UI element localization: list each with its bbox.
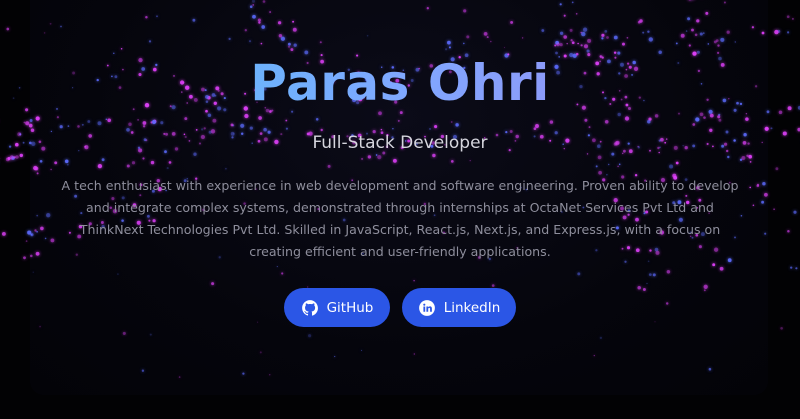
github-icon (301, 299, 319, 317)
hero-content: Paras Ohri Full-Stack Developer A tech e… (0, 0, 800, 419)
linkedin-icon (418, 299, 436, 317)
hero-name: Paras Ohri (0, 52, 800, 114)
hero-role: Full-Stack Developer (312, 133, 488, 153)
portfolio-page: Paras Ohri Full-Stack Developer A tech e… (0, 0, 800, 419)
github-label: GitHub (326, 299, 374, 316)
linkedin-label: LinkedIn (443, 299, 501, 316)
github-button[interactable]: GitHub (284, 288, 390, 327)
hero-description: A tech enthusiast with experience in web… (61, 178, 739, 259)
social-links: GitHub LinkedIn (0, 288, 800, 327)
linkedin-button[interactable]: LinkedIn (402, 288, 516, 327)
